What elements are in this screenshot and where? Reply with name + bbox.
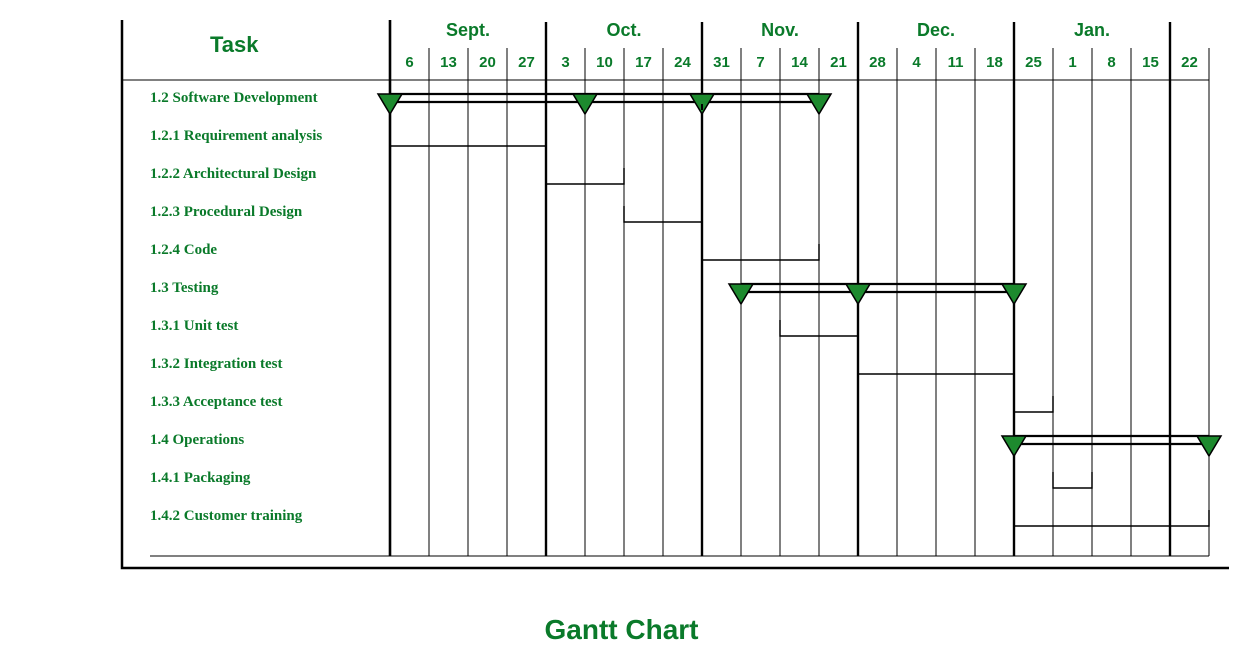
gantt-chart-container: Task Sept.Oct.Nov.Dec.Jan. 6132027310172… <box>0 0 1243 672</box>
week-label: 3 <box>552 54 580 71</box>
week-label: 18 <box>981 54 1009 71</box>
week-label: 8 <box>1098 54 1126 71</box>
task-label: 1.3.3 Acceptance test <box>150 394 282 411</box>
chart-title: Gantt Chart <box>0 614 1243 646</box>
week-label: 11 <box>942 54 970 71</box>
task-label: 1.2.1 Requirement analysis <box>150 128 322 145</box>
month-label: Sept. <box>438 20 498 41</box>
week-label: 17 <box>630 54 658 71</box>
week-label: 14 <box>786 54 814 71</box>
week-label: 15 <box>1137 54 1165 71</box>
task-label: 1.4 Operations <box>150 432 244 449</box>
task-label: 1.4.1 Packaging <box>150 470 250 487</box>
week-label: 4 <box>903 54 931 71</box>
task-label: 1.2 Software Development <box>150 90 318 107</box>
task-label: 1.3 Testing <box>150 280 218 297</box>
month-label: Dec. <box>906 20 966 41</box>
week-label: 7 <box>747 54 775 71</box>
week-label: 31 <box>708 54 736 71</box>
week-label: 24 <box>669 54 697 71</box>
task-label: 1.4.2 Customer training <box>150 508 302 525</box>
week-label: 6 <box>396 54 424 71</box>
week-label: 21 <box>825 54 853 71</box>
week-label: 10 <box>591 54 619 71</box>
task-column-header: Task <box>210 32 259 58</box>
task-label: 1.3.1 Unit test <box>150 318 238 335</box>
task-label: 1.2.4 Code <box>150 242 217 259</box>
week-label: 13 <box>435 54 463 71</box>
month-label: Nov. <box>750 20 810 41</box>
task-label: 1.2.2 Architectural Design <box>150 166 316 183</box>
month-label: Oct. <box>594 20 654 41</box>
week-label: 27 <box>513 54 541 71</box>
week-label: 25 <box>1020 54 1048 71</box>
week-label: 20 <box>474 54 502 71</box>
month-label: Jan. <box>1062 20 1122 41</box>
week-label: 22 <box>1176 54 1204 71</box>
task-label: 1.3.2 Integration test <box>150 356 282 373</box>
week-label: 1 <box>1059 54 1087 71</box>
task-label: 1.2.3 Procedural Design <box>150 204 302 221</box>
week-label: 28 <box>864 54 892 71</box>
